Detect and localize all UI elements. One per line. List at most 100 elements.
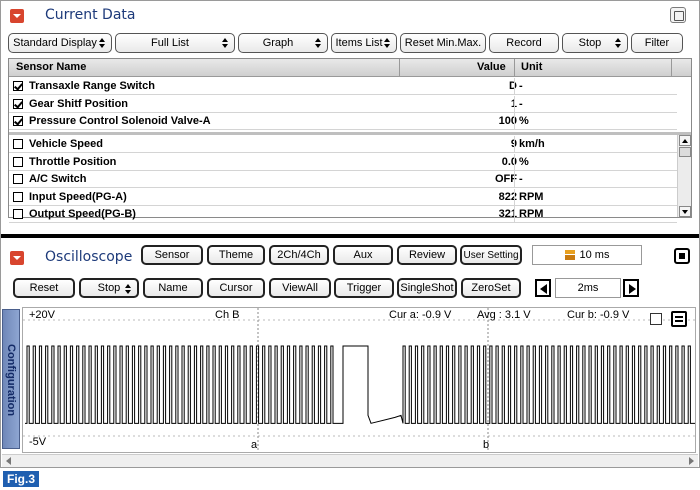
sensor-unit: km/h (519, 138, 545, 150)
cursor-button[interactable]: Cursor (207, 278, 265, 298)
current-data-header: Current Data (1, 1, 699, 31)
spinner-icon (615, 38, 622, 49)
toolbar-button-0[interactable]: Standard Display (8, 33, 112, 53)
toolbar-button-5[interactable]: Record (489, 33, 559, 53)
sensor-button[interactable]: Sensor (141, 245, 203, 265)
name-button[interactable]: Name (143, 278, 203, 298)
scroll-right-icon[interactable] (689, 457, 694, 465)
toolbar-button-label: Record (506, 37, 542, 49)
reset-button[interactable]: Reset (13, 278, 75, 298)
viewall-button[interactable]: ViewAll (269, 278, 331, 298)
sensor-checkbox[interactable] (13, 174, 23, 185)
toolbar-button-6[interactable]: Stop (562, 33, 628, 53)
zeroset-button[interactable]: ZeroSet (461, 278, 521, 298)
scroll-thumb[interactable] (679, 147, 691, 157)
horizontal-scrollbar[interactable] (2, 454, 698, 467)
toolbar-button-4[interactable]: Reset Min.Max. (400, 33, 486, 53)
collapse-icon[interactable] (10, 9, 24, 23)
sensor-name: A/C Switch (29, 173, 87, 186)
figure-label: Fig.3 (3, 471, 40, 487)
panel-title: Current Data (45, 7, 136, 23)
user-setting-button[interactable]: User Setting (460, 245, 522, 265)
sensor-unit: % (519, 115, 529, 128)
timebase-decrease-icon[interactable] (535, 279, 551, 297)
sensor-checkbox[interactable] (13, 98, 23, 109)
cursor-a-marker[interactable]: a (251, 439, 257, 451)
sensor-unit: - (519, 80, 523, 92)
scope-menu-icon[interactable] (671, 311, 687, 327)
toolbar-button-label: Filter (644, 37, 670, 49)
sensor-row[interactable]: Output Speed(PG-B) 321 RPM (9, 206, 677, 224)
time-per-div-value: 10 ms (579, 249, 610, 261)
sensor-checkbox[interactable] (13, 209, 23, 220)
top-voltage-label: +20V (29, 309, 55, 321)
timebase-increase-icon[interactable] (623, 279, 639, 297)
singleshot-button[interactable]: SingleShot (397, 278, 457, 298)
scroll-up-icon[interactable] (679, 135, 691, 146)
time-per-div-display: 10 ms (532, 245, 642, 265)
sensor-checkbox[interactable] (13, 116, 23, 127)
sensor-unit: % (519, 155, 529, 168)
sensor-unit: - (519, 97, 523, 110)
oscilloscope-collapse-icon[interactable] (10, 251, 24, 265)
sensor-name: Gear Shitf Position (29, 97, 129, 110)
grid-header: Sensor Name Value Unit (9, 59, 691, 77)
spinner-icon (222, 38, 229, 49)
sensor-row[interactable]: A/C Switch OFF - (9, 171, 677, 189)
configuration-tab-label: Configuration (5, 344, 17, 417)
oscilloscope-display[interactable]: +20V -5V Ch B Cur a: -0.9 V Avg : 3.1 V … (22, 307, 696, 453)
theme-button[interactable]: Theme (207, 245, 265, 265)
toolbar-button-7[interactable]: Filter (631, 33, 683, 53)
panel-divider (1, 234, 699, 238)
bottom-voltage-label: -5V (29, 436, 47, 448)
sensor-row[interactable]: Vehicle Speed9km/h (9, 136, 677, 153)
spinner-icon (315, 38, 322, 49)
toolbar-button-label: Items List (335, 37, 383, 49)
stop-square-icon[interactable] (674, 248, 690, 264)
toolbar-button-1[interactable]: Full List (115, 33, 235, 53)
sensor-row[interactable]: Pressure Control Solenoid Valve-A 100% (9, 113, 677, 131)
waveform-canvas (23, 308, 695, 452)
column-header-unit[interactable]: Unit (521, 61, 542, 73)
sensor-row[interactable]: Transaxle Range SwitchD- (9, 78, 677, 95)
sensor-row[interactable]: Input Speed(PG-A) 822 RPM (9, 188, 677, 206)
column-header-sensor-name[interactable]: Sensor Name (16, 61, 86, 73)
sensor-name: Input Speed(PG-A) (29, 190, 127, 203)
cursor-b-marker[interactable]: b (483, 439, 489, 451)
scope-option-checkbox[interactable] (650, 313, 662, 325)
restore-window-icon[interactable] (670, 7, 686, 23)
sensor-checkbox[interactable] (13, 81, 23, 91)
toolbar-button-label: Standard Display (13, 37, 97, 49)
configuration-tab[interactable]: Configuration (2, 309, 20, 449)
average-readout: Avg : 3.1 V (477, 309, 531, 321)
clock-icon (564, 250, 575, 260)
sensor-unit: - (519, 173, 523, 186)
sensor-checkbox[interactable] (13, 156, 23, 167)
pinned-splitter[interactable] (9, 132, 691, 135)
scroll-left-icon[interactable] (6, 457, 11, 465)
spinner-icon (384, 38, 391, 49)
toolbar-button-3[interactable]: Items List (331, 33, 397, 53)
stop-select-label: Stop (97, 282, 121, 294)
sensor-unit: RPM (519, 190, 544, 203)
spinner-icon (99, 38, 106, 49)
scroll-down-icon[interactable] (679, 206, 691, 217)
column-header-value[interactable]: Value (477, 61, 506, 73)
sensor-row[interactable]: Gear Shitf Position1- (9, 95, 677, 113)
stop-select[interactable]: Stop (79, 278, 139, 298)
toolbar-button-label: Graph (262, 37, 294, 49)
trigger-button[interactable]: Trigger (334, 278, 394, 298)
oscilloscope-title: Oscilloscope (45, 249, 133, 265)
cursor-b-readout: Cur b: -0.9 V (567, 309, 630, 321)
vertical-scrollbar[interactable] (677, 135, 691, 217)
channel-mode-button[interactable]: 2Ch/4Ch (269, 245, 329, 265)
sensor-checkbox[interactable] (13, 139, 23, 149)
sensor-checkbox[interactable] (13, 191, 23, 202)
toolbar-button-label: Full List (151, 37, 189, 49)
review-button[interactable]: Review (397, 245, 457, 265)
sensor-row[interactable]: Throttle Position 0.0% (9, 153, 677, 171)
toolbar-button-2[interactable]: Graph (238, 33, 328, 53)
sensor-name: Output Speed(PG-B) (29, 208, 136, 221)
sensor-name: Transaxle Range Switch (29, 80, 155, 92)
aux-button[interactable]: Aux (333, 245, 393, 265)
